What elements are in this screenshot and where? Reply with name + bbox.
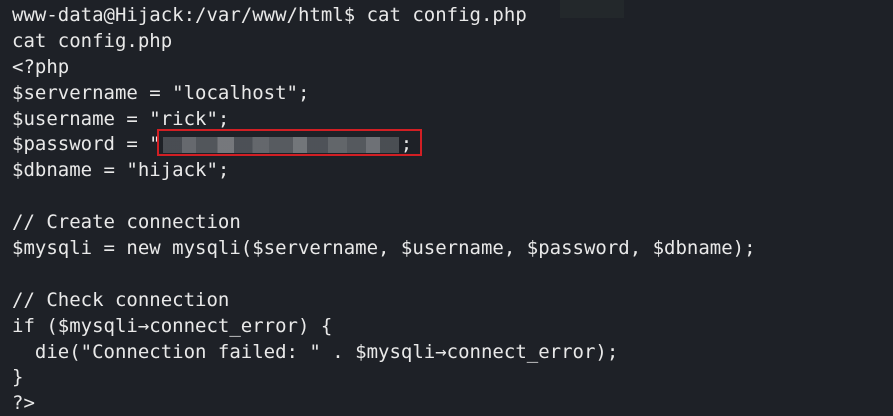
output-line: cat config.php — [12, 29, 173, 52]
terminal-overlay-block — [560, 0, 624, 18]
redacted-password — [156, 129, 422, 158]
output-line: die("Connection failed: " . $mysqli→conn… — [12, 340, 619, 363]
output-line: $servername = "localhost"; — [12, 81, 310, 104]
pixelated-password — [162, 137, 399, 154]
output-line: // Check connection — [12, 288, 230, 311]
output-line: if ($mysqli→connect_error) { — [12, 314, 333, 337]
password-line-prefix: $password = " — [12, 133, 161, 156]
output-line: $dbname = "hijack"; — [12, 159, 230, 182]
output-line: // Create connection — [12, 211, 241, 234]
output-line: $username = "rick"; — [12, 107, 230, 130]
output-line: <?php — [12, 55, 70, 78]
password-line: $password = "; — [12, 129, 893, 158]
output-line: ?> — [12, 392, 35, 415]
output-line: $mysqli = new mysqli($servername, $usern… — [12, 237, 756, 260]
output-line: } — [12, 366, 24, 389]
terminal-window[interactable]: www-data@Hijack:/var/www/html$ cat confi… — [0, 0, 893, 416]
shell-prompt-line: www-data@Hijack:/var/www/html$ cat confi… — [12, 4, 527, 26]
